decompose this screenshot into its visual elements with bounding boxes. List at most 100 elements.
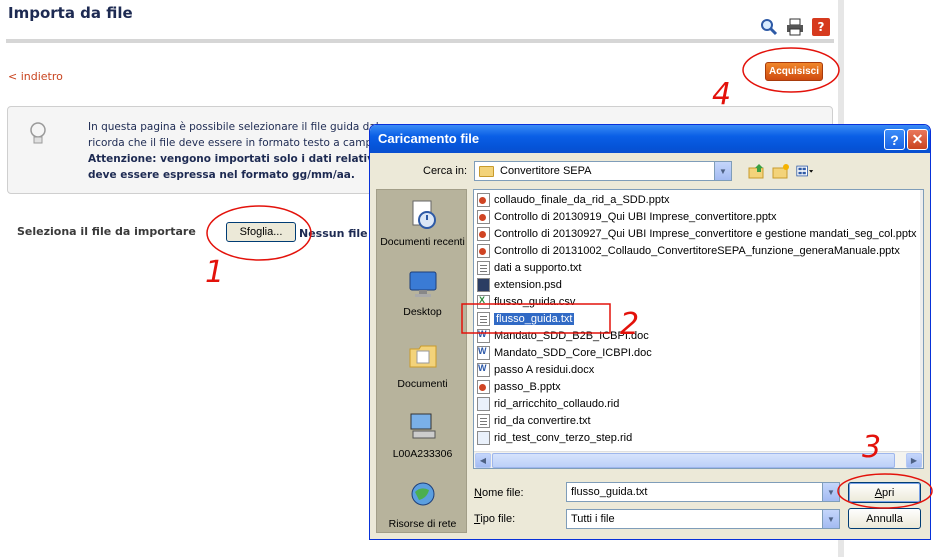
search-icon[interactable]: [760, 18, 778, 36]
scroll-thumb[interactable]: [492, 453, 895, 468]
info-text: In questa pagina è possibile selezionare…: [88, 119, 388, 183]
file-list-item[interactable]: Controllo di 20130919_Qui UBI Imprese_co…: [477, 209, 777, 225]
info-line: ricorda che il file deve essere in forma…: [88, 137, 384, 149]
scroll-right-icon[interactable]: ▶: [906, 453, 922, 468]
file-name-input[interactable]: flusso_guida.txt ▼: [566, 482, 840, 502]
chevron-down-icon[interactable]: ▼: [822, 510, 839, 528]
annotation-step-4: 4: [712, 77, 732, 112]
place-my-computer[interactable]: L00A233306: [377, 410, 468, 460]
file-list-item[interactable]: flusso_guida.txt: [477, 311, 576, 327]
place-label: Documenti: [397, 378, 448, 390]
print-icon[interactable]: [786, 18, 804, 36]
new-folder-icon[interactable]: [772, 163, 790, 179]
file-name: flusso_guida.csv: [494, 296, 576, 308]
acquire-button[interactable]: Acquisisci: [765, 62, 823, 81]
txt-file-icon: [477, 312, 490, 326]
file-list-item[interactable]: extension.psd: [477, 277, 562, 293]
csv-file-icon: [477, 295, 490, 309]
place-label: Risorse di rete: [388, 518, 457, 530]
documents-folder-icon: [409, 345, 436, 368]
places-bar: Documenti recenti Desktop Documenti L00A…: [376, 189, 467, 533]
desktop-icon: [409, 271, 436, 297]
chevron-down-icon[interactable]: ▼: [714, 162, 731, 180]
file-name: dati a supporto.txt: [494, 262, 582, 274]
file-name: rid_da convertire.txt: [494, 415, 591, 427]
look-in-value: Convertitore SEPA: [500, 165, 592, 177]
file-name-label: Nome file:: [474, 487, 524, 499]
place-documents[interactable]: Documenti: [377, 340, 468, 390]
chevron-down-icon[interactable]: ▼: [822, 483, 839, 501]
look-in-select[interactable]: Convertitore SEPA ▼: [474, 161, 732, 181]
network-icon: [411, 482, 434, 506]
place-network[interactable]: Risorse di rete: [377, 480, 468, 530]
browse-button[interactable]: Sfoglia...: [226, 222, 296, 242]
ppt-file-icon: [477, 210, 490, 224]
file-list-item[interactable]: Controllo di 20130927_Qui UBI Imprese_co…: [477, 226, 917, 242]
place-label: Documenti recenti: [380, 236, 465, 248]
file-list-item[interactable]: flusso_guida.csv: [477, 294, 575, 310]
dialog-title: Caricamento file: [378, 131, 480, 146]
no-file-text: Nessun file s: [299, 227, 379, 240]
look-in-label: Cerca in:: [423, 165, 468, 177]
dialog-close-button[interactable]: ✕: [907, 129, 928, 150]
scroll-left-icon[interactable]: ◀: [475, 453, 491, 468]
file-list-item[interactable]: collaudo_finale_da_rid_a_SDD.pptx: [477, 192, 670, 208]
file-upload-dialog: Caricamento file ? ✕ Cerca in: Convertit…: [369, 124, 931, 540]
back-link[interactable]: < indietro: [8, 70, 63, 83]
place-recent-documents[interactable]: Documenti recenti: [377, 198, 468, 248]
place-label: Desktop: [403, 306, 442, 318]
rid-file-icon: [477, 397, 490, 411]
file-name: extension.psd: [494, 279, 562, 291]
file-list-item[interactable]: Controllo di 20131002_Collaudo_Convertit…: [477, 243, 900, 259]
recent-documents-icon: [412, 200, 436, 229]
annotation-step-2: 2: [620, 307, 640, 342]
up-folder-icon[interactable]: [748, 163, 766, 179]
file-name: Controllo di 20130927_Qui UBI Imprese_co…: [494, 228, 917, 240]
ppt-file-icon: [477, 227, 490, 241]
dialog-toolbar: [748, 163, 814, 179]
txt-file-icon: [477, 261, 490, 275]
place-desktop[interactable]: Desktop: [377, 268, 468, 318]
file-type-label: Tipo file:: [474, 513, 516, 525]
psd-file-icon: [477, 278, 490, 292]
top-toolbar: ?: [760, 18, 830, 36]
file-type-select[interactable]: Tutti i file ▼: [566, 509, 840, 529]
cancel-button[interactable]: Annulla: [848, 508, 921, 529]
file-name: Mandato_SDD_Core_ICBPI.doc: [494, 347, 652, 359]
file-list-item[interactable]: rid_da convertire.txt: [477, 413, 591, 429]
file-list: collaudo_finale_da_rid_a_SDD.pptx Control…: [473, 189, 924, 469]
file-list-item[interactable]: passo A residui.docx: [477, 362, 594, 378]
file-list-item[interactable]: rid_arricchito_collaudo.rid: [477, 396, 619, 412]
view-menu-icon[interactable]: [796, 163, 814, 179]
file-list-item[interactable]: passo_B.pptx: [477, 379, 561, 395]
open-button[interactable]: Apri: [848, 482, 921, 503]
doc-file-icon: [477, 329, 490, 343]
doc-file-icon: [477, 346, 490, 360]
file-list-item[interactable]: rid_test_conv_terzo_step.rid: [477, 430, 632, 446]
doc-file-icon: [477, 363, 490, 377]
ppt-file-icon: [477, 193, 490, 207]
computer-icon: [410, 413, 435, 439]
folder-icon: [479, 165, 494, 177]
annotation-step-3: 3: [862, 430, 882, 465]
file-name: rid_test_conv_terzo_step.rid: [494, 432, 633, 444]
select-file-label: Seleziona il file da importare: [17, 225, 196, 238]
dialog-help-button[interactable]: ?: [884, 129, 905, 150]
info-line-bold: deve essere espressa nel formato gg/mm/a…: [88, 169, 355, 181]
file-name: Controllo di 20131002_Collaudo_Convertit…: [494, 245, 900, 257]
txt-file-icon: [477, 414, 490, 428]
info-line: In questa pagina è possibile selezionare…: [88, 121, 388, 133]
file-name: collaudo_finale_da_rid_a_SDD.pptx: [494, 194, 670, 206]
file-name: passo_B.pptx: [494, 381, 561, 393]
help-icon[interactable]: ?: [812, 18, 830, 36]
vertical-scroll-edge[interactable]: [920, 190, 923, 452]
info-line-bold: Attenzione: vengono importati solo i dat…: [88, 153, 388, 165]
horizontal-scrollbar[interactable]: ◀ ▶: [474, 451, 923, 468]
file-list-item[interactable]: dati a supporto.txt: [477, 260, 581, 276]
file-list-item[interactable]: Mandato_SDD_Core_ICBPI.doc: [477, 345, 652, 361]
dialog-titlebar[interactable]: Caricamento file ? ✕: [370, 125, 930, 153]
lightbulb-icon: [30, 122, 46, 144]
file-name-value: flusso_guida.txt: [571, 486, 648, 498]
place-label: L00A233306: [392, 448, 453, 460]
ppt-file-icon: [477, 244, 490, 258]
